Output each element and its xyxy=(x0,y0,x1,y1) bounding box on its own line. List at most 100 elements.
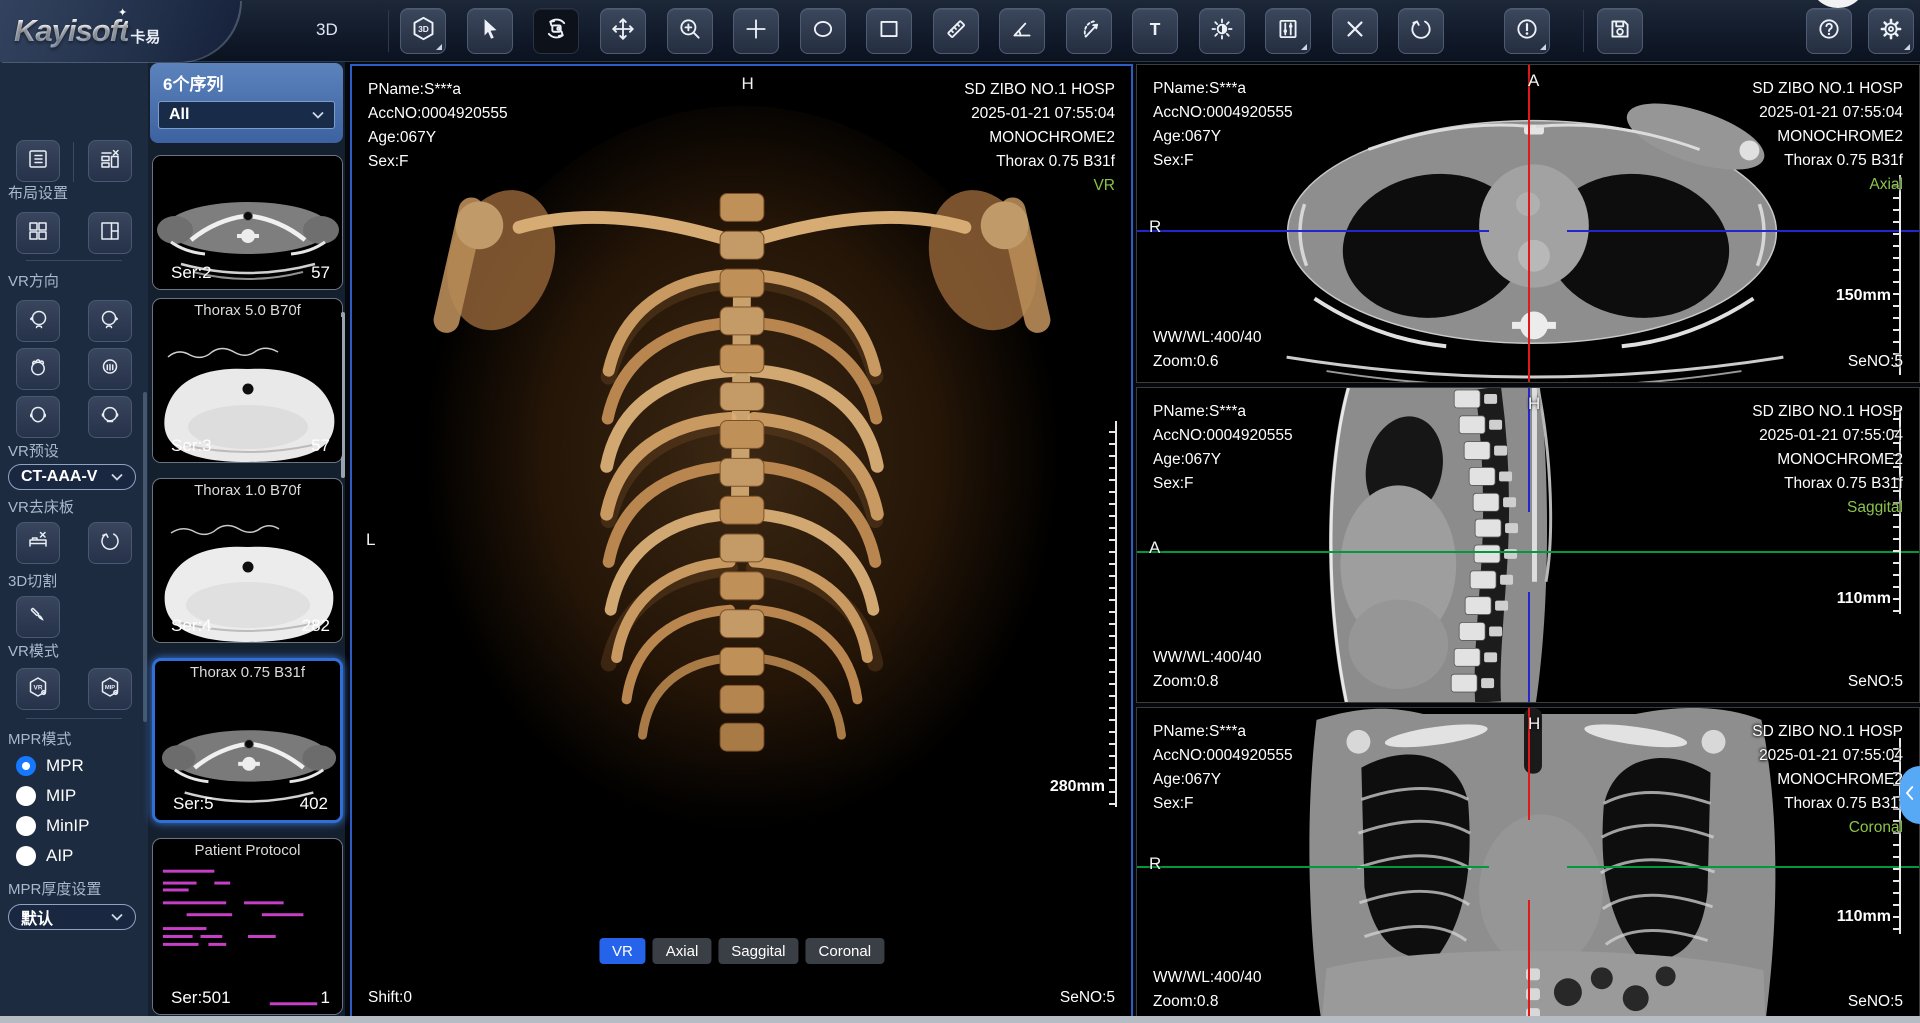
layout-grid-2x2-button[interactable] xyxy=(16,212,60,254)
hanging-protocol-button[interactable] xyxy=(16,140,60,182)
cursor-icon xyxy=(477,16,503,47)
zoom-label: Zoom:0.8 xyxy=(1153,990,1262,1014)
save-image-button[interactable] xyxy=(1597,8,1643,54)
vr-reset-button[interactable] xyxy=(88,522,132,564)
3d-cut-label: 3D切割 xyxy=(8,570,57,591)
vr-head-top-button[interactable] xyxy=(16,348,60,390)
series-description: Thorax 0.75 B31f xyxy=(1752,149,1903,173)
grid-2x2-icon xyxy=(26,219,50,248)
head-back-view-icon xyxy=(98,403,122,432)
text-icon: T xyxy=(1142,16,1168,47)
crosshair-horizontal[interactable] xyxy=(1137,230,1489,232)
crosshair-horizontal[interactable] xyxy=(1137,866,1489,868)
vr-mode-mip-button[interactable]: MIP xyxy=(88,668,132,710)
help-button[interactable] xyxy=(1806,8,1852,54)
text-annotation-button[interactable]: T xyxy=(1132,8,1178,54)
series-thumbnail-ser4[interactable]: Thorax 1.0 B70f Ser:4 282 xyxy=(152,478,343,643)
crosshair-horizontal[interactable] xyxy=(1137,551,1919,553)
patient-sex: Sex:F xyxy=(1153,792,1293,816)
viewport-axial[interactable]: PName:S***a AccNO:0004920555 Age:067Y Se… xyxy=(1136,64,1920,383)
settings-button[interactable] xyxy=(1868,8,1914,54)
view-switch-axial-button[interactable]: Axial xyxy=(653,938,712,964)
series-filter-value: All xyxy=(169,106,312,124)
pan-button[interactable] xyxy=(600,8,646,54)
mpr-mode-option-minip[interactable]: MinIP xyxy=(16,816,89,836)
delete-annotation-button[interactable] xyxy=(1332,8,1378,54)
series-description: Thorax 0.75 B31f xyxy=(1752,792,1903,816)
layout-main-right-button[interactable] xyxy=(88,212,132,254)
orientation-top-label: H xyxy=(1528,714,1540,734)
viewport-coronal[interactable]: PName:S***a AccNO:0004920555 Age:067Y Se… xyxy=(1136,707,1920,1023)
vr-head-front-button[interactable] xyxy=(16,396,60,438)
brightness-button[interactable] xyxy=(1199,8,1245,54)
window-level-button[interactable] xyxy=(1265,8,1311,54)
gear-icon xyxy=(1878,16,1904,47)
patient-age: Age:067Y xyxy=(1153,125,1293,149)
mpr-mode-option-mpr[interactable]: MPR xyxy=(16,756,84,776)
collapse-panel-button[interactable] xyxy=(1900,766,1920,824)
close-layout-button[interactable] xyxy=(88,140,132,182)
svg-text:MIP: MIP xyxy=(105,685,115,691)
angle-button[interactable] xyxy=(999,8,1045,54)
series-title-label: Thorax 1.0 B70f xyxy=(153,482,342,499)
head-right-profile-icon xyxy=(98,307,122,336)
view-switch-saggital-button[interactable]: Saggital xyxy=(718,938,798,964)
mpr-thickness-label: MPR厚度设置 xyxy=(8,878,101,899)
crosshair-vertical[interactable] xyxy=(1528,900,1530,1022)
crosshair-button[interactable] xyxy=(733,8,779,54)
ruler-button[interactable] xyxy=(933,8,979,54)
cobb-angle-button[interactable] xyxy=(1066,8,1112,54)
vr-head-bottom-button[interactable] xyxy=(88,348,132,390)
view-type-label: Coronal xyxy=(1752,816,1903,840)
crosshair-vertical[interactable] xyxy=(1528,65,1530,383)
crosshair-horizontal[interactable] xyxy=(1567,230,1919,232)
view-switch-coronal-button[interactable]: Coronal xyxy=(806,938,885,964)
viewport-vr-main[interactable]: PName:S***a AccNO:0004920555 Age:067Y Se… xyxy=(350,64,1133,1020)
mpr-thickness-select[interactable]: 默认 xyxy=(8,904,136,930)
scalpel-cut-button[interactable] xyxy=(16,596,60,638)
vr-head-right-button[interactable] xyxy=(88,300,132,342)
vr-head-back-button[interactable] xyxy=(88,396,132,438)
study-info-block: SD ZIBO NO.1 HOSP 2025-01-21 07:55:04 MO… xyxy=(1752,720,1903,840)
series-thumbnail-ser5-selected[interactable]: Thorax 0.75 B31f Ser:5 402 xyxy=(152,658,343,823)
patient-name: PName:S***a xyxy=(368,78,508,102)
series-thumbnail-ser3[interactable]: Thorax 5.0 B70f Ser:3 57 xyxy=(152,298,343,463)
crosshair-vertical[interactable] xyxy=(1528,592,1530,702)
crosshair-horizontal[interactable] xyxy=(1567,866,1919,868)
series-thumbnail-ser501[interactable]: Patient Protocol Ser:501 1 xyxy=(152,838,343,1015)
accession-number: AccNO:0004920555 xyxy=(1153,424,1293,448)
cursor-select-button[interactable] xyxy=(467,8,513,54)
vr-preset-select[interactable]: CT-AAA-V xyxy=(8,464,136,490)
wwwl-label: WW/WL:400/40 xyxy=(1153,646,1262,670)
study-info-block: SD ZIBO NO.1 HOSP 2025-01-21 07:55:04 MO… xyxy=(1752,400,1903,520)
series-number-label: Ser:501 xyxy=(171,988,231,1008)
shift-value-label: Shift:0 xyxy=(368,986,412,1010)
warning-info-button[interactable] xyxy=(1504,8,1550,54)
rotate-3d-button[interactable] xyxy=(533,8,579,54)
logo-text: Kayisoft xyxy=(14,13,128,49)
scalpel-icon xyxy=(26,603,50,632)
series-description: Thorax 0.75 B31f xyxy=(1752,472,1903,496)
sidebar-scrollbar[interactable] xyxy=(143,392,147,722)
series-filter-select[interactable]: All xyxy=(158,101,335,129)
mpr-mode-option-mip[interactable]: MIP xyxy=(16,786,76,806)
magnifier-plus-icon xyxy=(677,16,703,47)
reset-view-button[interactable] xyxy=(1398,8,1444,54)
view-switch-vr-button[interactable]: VR xyxy=(599,938,646,964)
user-avatar[interactable] xyxy=(1812,0,1864,8)
chevron-down-icon xyxy=(312,106,324,124)
viewport-sagittal[interactable]: PName:S***a AccNO:0004920555 Age:067Y Se… xyxy=(1136,387,1920,703)
3d-view-button[interactable]: 3D xyxy=(400,8,446,54)
zoom-in-button[interactable] xyxy=(667,8,713,54)
rectangle-roi-button[interactable] xyxy=(866,8,912,54)
series-number-label: Ser:2 xyxy=(171,263,212,283)
vr-head-left-button[interactable] xyxy=(16,300,60,342)
mpr-mode-option-aip[interactable]: AIP xyxy=(16,846,73,866)
series-thumbnail-ser2[interactable]: Ser:2 57 xyxy=(152,155,343,290)
vr-mode-vr-button[interactable]: VR xyxy=(16,668,60,710)
series-description: Thorax 0.75 B31f xyxy=(964,150,1115,174)
remove-bed-button[interactable] xyxy=(16,522,60,564)
accession-number: AccNO:0004920555 xyxy=(1153,744,1293,768)
ellipse-roi-button[interactable] xyxy=(800,8,846,54)
mip-hexagon-icon: MIP xyxy=(98,675,122,704)
